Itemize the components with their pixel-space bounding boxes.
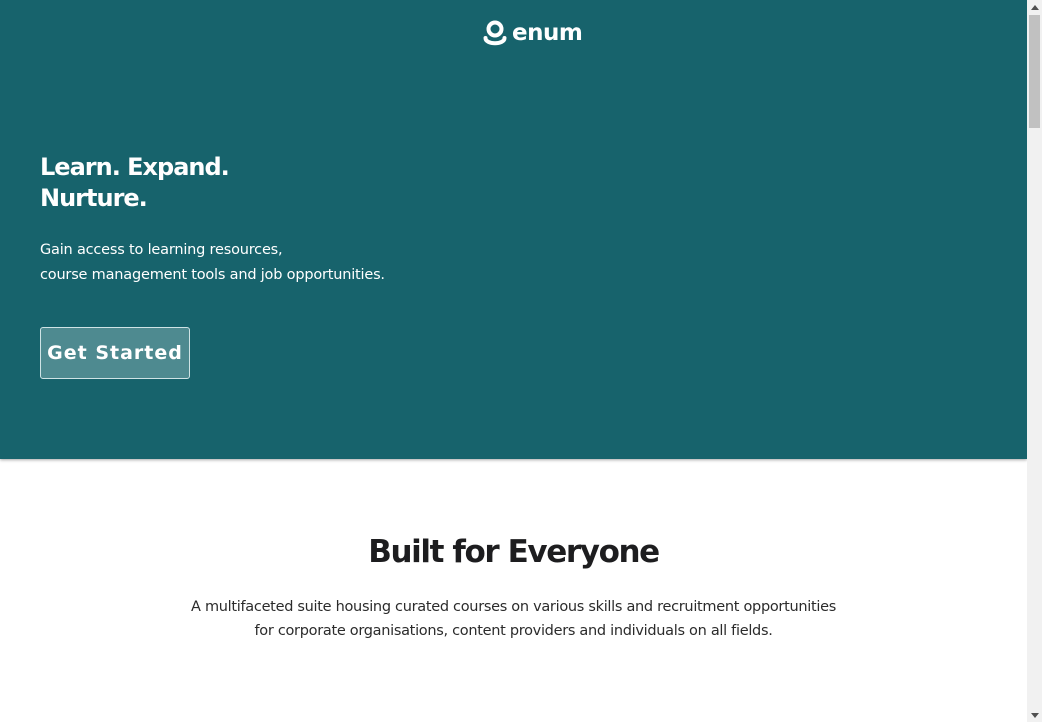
hero-headline-line-1: Learn. Expand. xyxy=(40,153,230,181)
section-description-line-1: A multifaceted suite housing curated cou… xyxy=(191,599,836,615)
scroll-down-arrow-icon[interactable] xyxy=(1027,708,1042,722)
hero-subtext: Gain access to learning resources, cours… xyxy=(40,238,460,288)
hero-subtext-line-1: Gain access to learning resources, xyxy=(40,242,283,258)
vertical-scrollbar[interactable] xyxy=(1027,0,1042,722)
scrollbar-thumb[interactable] xyxy=(1029,15,1040,128)
get-started-button[interactable]: Get Started xyxy=(40,327,190,379)
scroll-up-arrow-icon[interactable] xyxy=(1027,0,1042,14)
hero-headline: Learn. Expand. Nurture. xyxy=(40,152,440,214)
hero-subtext-line-2: course management tools and job opportun… xyxy=(40,267,385,283)
section-description: A multifaceted suite housing curated cou… xyxy=(0,595,1027,643)
brand-name: enum xyxy=(512,19,583,46)
section-title: Built for Everyone xyxy=(368,534,660,570)
section-description-line-2: for corporate organisations, content pro… xyxy=(254,623,773,639)
hero-section: enum Learn. Expand. Nurture. Gain access… xyxy=(0,0,1027,459)
page-viewport: enum Learn. Expand. Nurture. Gain access… xyxy=(0,0,1027,722)
hero-headline-line-2: Nurture. xyxy=(40,184,148,212)
enum-logo-icon xyxy=(483,20,507,46)
brand-logo[interactable]: enum xyxy=(483,19,583,48)
